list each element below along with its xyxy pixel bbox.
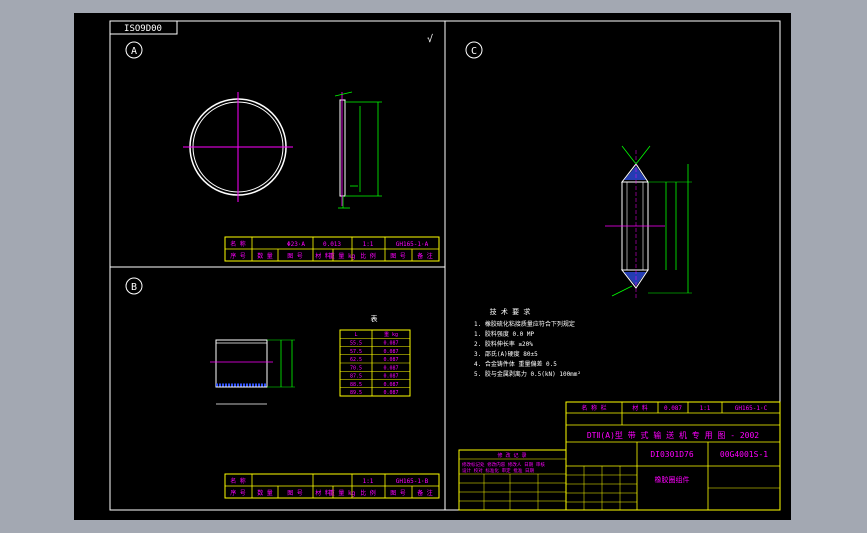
view-a-tb-r1c3: 0.013 — [323, 241, 341, 248]
view-b-tb-r2c6: 比 例 — [360, 489, 376, 497]
view-a-tb-r2c5: 重 量 kg — [329, 252, 356, 260]
view-b-table-row-kg: 0.087 — [383, 357, 398, 363]
drawing-number-text: ISO9D00 — [124, 24, 162, 34]
view-a-tb-r1c2: Φ23·A — [287, 241, 305, 248]
main-tb-top-4: 1:1 — [700, 405, 711, 412]
main-tb-top-5: GH165-1·C — [735, 405, 768, 412]
view-b-tb-r2c5: 重 量 kg — [329, 489, 356, 497]
revision-line: 设计 校对 标准化 审定 批准 日期 — [462, 467, 535, 474]
view-b-table-row-kg: 0.087 — [383, 341, 398, 347]
view-a-tb-r2c1: 序 号 — [230, 252, 246, 260]
view-b-table-row-l: 88.5 — [350, 382, 362, 388]
view-b-table-row-l: 62.5 — [350, 357, 362, 363]
view-a-tb-r2c8: 备 注 — [417, 252, 433, 260]
main-tb-part-name: 橡胶圈组件 — [655, 475, 690, 484]
cad-drawing-canvas[interactable]: ISO9D00 A √ 名 称 Φ23·A 0.013 1:1 GH165-1·… — [0, 0, 867, 533]
view-a-tb-r1c5: GH165-1·A — [396, 241, 429, 248]
view-a-tb-r2c6: 比 例 — [360, 252, 376, 260]
view-a-check-mark: √ — [427, 33, 433, 45]
main-tb-top-1: 名 称 栏 — [581, 404, 606, 412]
main-tb-title: DTⅡ(A)型 带 式 输 送 机 专 用 图 - 2002 — [587, 430, 759, 440]
main-tb-top-2: 材 料 — [632, 404, 648, 412]
view-a-tb-r2c3: 图 号 — [287, 253, 303, 260]
view-a-tb-r1c4: 1:1 — [363, 241, 374, 248]
view-b-table-row-kg: 0.087 — [383, 374, 398, 380]
view-a-tb-r1c1: 名 称 — [230, 240, 246, 248]
view-b-tb-r1c5: GH165-1·B — [396, 478, 429, 485]
tech-req-line: 1. 橡胶硫化粘接质量应符合下列规定 — [474, 320, 575, 328]
view-b-table-row-l: 87.5 — [350, 374, 362, 380]
view-b-tb-r2c1: 序 号 — [230, 489, 246, 497]
view-b-table-row-l: 57.5 — [350, 349, 362, 355]
tech-req-line: 4. 合金铸件体 重量偏差 0.5 — [474, 360, 557, 368]
view-b-tb-r2c3: 图 号 — [287, 490, 303, 497]
view-b-table-row-kg: 0.087 — [383, 382, 398, 388]
main-tb-code-left: DI0301D76 — [650, 450, 694, 459]
main-tb-code-right: 00G4001S-1 — [720, 450, 768, 459]
view-b-tb-r2c2: 数 量 — [257, 489, 273, 497]
view-b-table-row-kg: 0.087 — [383, 349, 398, 355]
tech-req-line: 3. 邵氏(A)硬度 80±5 — [474, 350, 538, 358]
view-b-tb-r2c7: 图 号 — [390, 490, 406, 497]
revision-header: 修 改 记 录 — [497, 452, 526, 459]
view-b-tb-r2c8: 备 注 — [417, 489, 433, 497]
view-b-table-row-l: 70.5 — [350, 365, 362, 371]
view-b-table-header-kg: 重 kg — [384, 331, 398, 338]
view-b-table-row-kg: 0.087 — [383, 365, 398, 371]
view-a-tb-r2c2: 数 量 — [257, 252, 273, 260]
main-tb-top-3: 0.087 — [664, 405, 682, 412]
revision-line: 修改标记处 修改内容 修改人 日期 审核 — [462, 461, 545, 468]
tech-req-title: 技 术 要 求 — [490, 307, 531, 316]
view-b-table-row-l: 55.5 — [350, 341, 362, 347]
view-b-table-row-l: 89.5 — [350, 390, 362, 396]
view-c-label: C — [471, 46, 477, 57]
view-b-table-header-l: L — [354, 332, 357, 338]
tech-req-line: 1. 胶料强度 0.0 MP — [474, 330, 535, 338]
view-a-tb-r2c7: 图 号 — [390, 253, 406, 260]
tech-req-line: 2. 胶料伸长率 ≥20% — [474, 340, 533, 348]
view-a-label: A — [131, 46, 137, 57]
view-b-tb-r1c4: 1:1 — [363, 478, 374, 485]
view-b-tb-r1c1: 名 称 — [230, 477, 246, 485]
view-b-label: B — [131, 282, 137, 293]
tech-req-line: 5. 胶与金属剥离力 0.5(kN) 100mm² — [474, 370, 581, 378]
view-b-table-title: 表 — [371, 314, 378, 323]
view-b-table-row-kg: 0.087 — [383, 390, 398, 396]
